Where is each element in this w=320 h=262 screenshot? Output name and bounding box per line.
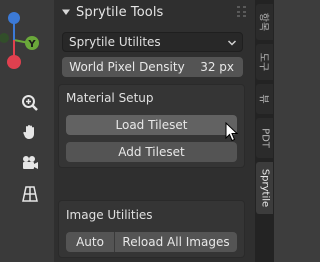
tab-item[interactable]: 항목 [256, 4, 273, 40]
tab-label: 항목 [257, 12, 268, 32]
load-tileset-button[interactable]: Load Tileset [66, 115, 237, 135]
world-pixel-density-label: World Pixel Density [69, 60, 185, 74]
navigation-gizmo[interactable]: Y [0, 0, 54, 90]
panel-title: Sprytile Tools [76, 4, 164, 20]
tab-view[interactable]: 뷰 [256, 84, 273, 114]
utilities-dropdown[interactable]: Sprytile Utilites [62, 32, 243, 52]
gizmo-z-axis [8, 12, 20, 24]
add-tileset-button[interactable]: Add Tileset [66, 142, 237, 162]
world-pixel-density-value: 32 px [200, 60, 234, 74]
sidebar-tabs: 항목 도구 뷰 PDT Sprytile [255, 0, 274, 262]
image-utilities-box: Image Utilities Auto Reload All Images [58, 200, 245, 258]
tab-sprytile[interactable]: Sprytile [256, 162, 273, 214]
material-setup-box: Material Setup Load Tileset Add Tileset [58, 84, 245, 168]
gizmo-y-label: Y [27, 39, 36, 50]
tab-label: 도구 [257, 52, 268, 72]
tab-tool[interactable]: 도구 [256, 44, 273, 80]
zoom-icon[interactable] [16, 89, 44, 117]
auto-button[interactable]: Auto [66, 232, 115, 252]
chevron-down-icon [227, 40, 237, 46]
dropdown-value: Sprytile Utilites [69, 35, 161, 49]
chevron-down-icon[interactable] [61, 7, 71, 17]
tab-label: Sprytile [259, 168, 270, 208]
drag-handle-icon[interactable] [237, 6, 247, 18]
panel-header[interactable]: Sprytile Tools [54, 0, 255, 24]
tab-label: 뷰 [257, 94, 268, 104]
world-pixel-density-field[interactable]: World Pixel Density 32 px [62, 57, 243, 77]
camera-icon[interactable] [16, 149, 44, 177]
reload-all-images-button[interactable]: Reload All Images [115, 232, 237, 252]
image-utilities-label: Image Utilities [66, 208, 153, 222]
material-setup-label: Material Setup [66, 91, 154, 105]
image-utilities-buttons: Auto Reload All Images [66, 232, 237, 252]
grid-perspective-icon[interactable] [16, 180, 44, 208]
gizmo-x-axis [7, 55, 21, 69]
tab-pdt[interactable]: PDT [256, 118, 273, 158]
hand-pan-icon[interactable] [16, 118, 44, 146]
tab-label: PDT [259, 128, 270, 148]
3d-viewport[interactable]: Y [0, 0, 54, 262]
mouse-cursor-icon [225, 122, 239, 142]
